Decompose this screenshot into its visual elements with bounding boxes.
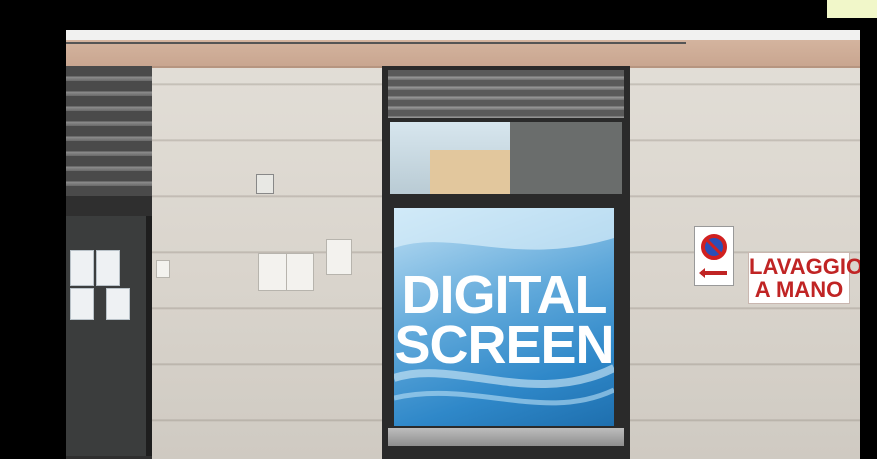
left-travertine-wall [152,66,382,459]
posted-sheet [70,250,94,286]
digital-screen: DIGITAL SCREEN [394,208,614,426]
wall-cable [66,42,686,44]
reflection-window [390,122,622,194]
reflected-shade [510,122,622,194]
posted-sheet [96,250,120,286]
cornice [66,30,860,68]
no-parking-icon [699,234,727,278]
left-rolling-shutter [66,66,152,196]
door-threshold [388,428,624,446]
no-parking-sign [694,226,734,286]
notice-paper [286,253,314,291]
posted-sheet [106,288,130,320]
reflected-building [430,150,520,194]
shop-window-frame: DIGITAL SCREEN [382,66,630,459]
notice-paper [326,239,352,275]
screen-title: DIGITAL SCREEN [394,265,614,375]
intercom [156,260,170,278]
posted-sheet [70,288,94,320]
storefront-photo: DIGITAL SCREEN LAVAGGIO A MANO [66,30,860,459]
left-doorway [66,66,152,459]
shop-sign: LAVAGGIO A MANO [748,252,860,304]
corner-accent [827,0,877,18]
photo-frame: DIGITAL SCREEN LAVAGGIO A MANO [0,0,877,459]
cornice-top [66,30,860,40]
number-plaque [256,174,274,194]
notice-paper [258,253,288,291]
main-rolling-shutter [388,70,624,118]
left-glass-door [66,216,152,456]
